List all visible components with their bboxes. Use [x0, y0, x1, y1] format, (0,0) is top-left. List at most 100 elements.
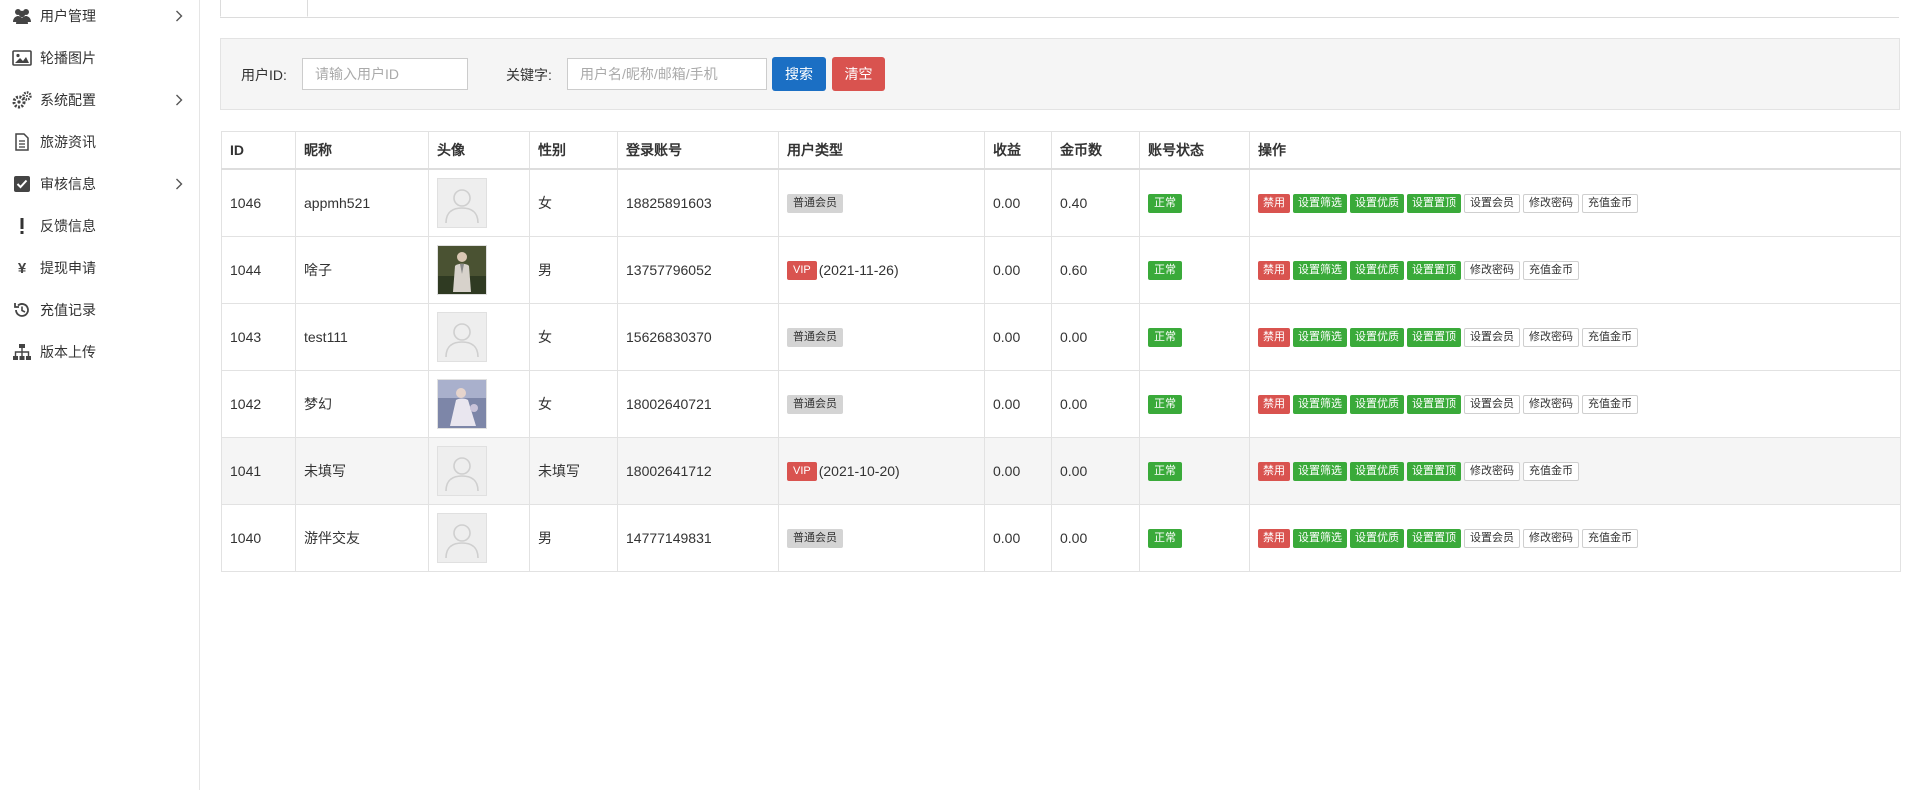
set-filter-button[interactable]: 设置筛选	[1293, 528, 1347, 548]
tab-active[interactable]	[220, 0, 308, 17]
cell-avatar	[428, 168, 530, 237]
disable-button[interactable]: 禁用	[1258, 193, 1290, 213]
cell-user-type: VIP (2021-10-20)	[778, 437, 985, 505]
avatar[interactable]	[437, 513, 487, 563]
recharge-coins-button[interactable]: 充值金币	[1582, 327, 1638, 347]
cell-status: 正常	[1139, 236, 1250, 304]
user-id-input[interactable]	[302, 58, 468, 90]
disable-button[interactable]: 禁用	[1258, 528, 1290, 548]
disable-button[interactable]: 禁用	[1258, 394, 1290, 414]
set-quality-button[interactable]: 设置优质	[1350, 260, 1404, 280]
set-top-button[interactable]: 设置置顶	[1407, 260, 1461, 280]
change-password-button[interactable]: 修改密码	[1523, 394, 1579, 414]
header-account: 登录账号	[617, 131, 779, 170]
set-top-button[interactable]: 设置置顶	[1407, 461, 1461, 481]
sidebar-item-feedback[interactable]: 反馈信息	[0, 208, 199, 244]
sidebar-item-withdrawal[interactable]: ¥ 提现申请	[0, 250, 199, 286]
header-user-type: 用户类型	[778, 131, 985, 170]
sidebar-item-label: 用户管理	[40, 8, 96, 24]
cell-gender: 女	[529, 370, 618, 438]
image-icon	[12, 48, 32, 68]
avatar[interactable]	[437, 312, 487, 362]
change-password-button[interactable]: 修改密码	[1464, 260, 1520, 280]
cell-id: 1041	[221, 437, 296, 505]
set-filter-button[interactable]: 设置筛选	[1293, 327, 1347, 347]
table-row: 1040 游伴交友 男 14777149831 普通会员 0.00 0.00 正常 禁用 设置筛选…	[221, 504, 1901, 572]
set-member-button[interactable]: 设置会员	[1464, 528, 1520, 548]
set-quality-button[interactable]: 设置优质	[1350, 461, 1404, 481]
set-filter-button[interactable]: 设置筛选	[1293, 193, 1347, 213]
avatar[interactable]	[437, 446, 487, 496]
cell-account: 15626830370	[617, 303, 779, 371]
clear-button[interactable]: 清空	[832, 57, 885, 91]
set-filter-button[interactable]: 设置筛选	[1293, 461, 1347, 481]
set-member-button[interactable]: 设置会员	[1464, 394, 1520, 414]
cell-account: 18002640721	[617, 370, 779, 438]
cell-nickname: appmh521	[295, 168, 429, 237]
avatar[interactable]	[437, 178, 487, 228]
user-id-label: 用户ID:	[241, 67, 287, 83]
set-member-button[interactable]: 设置会员	[1464, 193, 1520, 213]
vip-expiry-date: (2021-10-20)	[818, 463, 900, 479]
change-password-button[interactable]: 修改密码	[1523, 193, 1579, 213]
change-password-button[interactable]: 修改密码	[1464, 461, 1520, 481]
disable-button[interactable]: 禁用	[1258, 327, 1290, 347]
set-top-button[interactable]: 设置置顶	[1407, 528, 1461, 548]
status-badge: 正常	[1148, 260, 1182, 280]
set-quality-button[interactable]: 设置优质	[1350, 193, 1404, 213]
set-quality-button[interactable]: 设置优质	[1350, 528, 1404, 548]
set-top-button[interactable]: 设置置顶	[1407, 193, 1461, 213]
exclamation-icon	[12, 216, 32, 236]
set-filter-button[interactable]: 设置筛选	[1293, 394, 1347, 414]
cell-id: 1044	[221, 236, 296, 304]
disable-button[interactable]: 禁用	[1258, 461, 1290, 481]
recharge-coins-button[interactable]: 充值金币	[1523, 260, 1579, 280]
sidebar-item-version-upload[interactable]: 版本上传	[0, 334, 199, 370]
recharge-coins-button[interactable]: 充值金币	[1582, 528, 1638, 548]
status-badge: 正常	[1148, 461, 1182, 481]
cell-gender: 女	[529, 303, 618, 371]
set-quality-button[interactable]: 设置优质	[1350, 394, 1404, 414]
avatar[interactable]	[437, 379, 487, 429]
header-nickname: 昵称	[295, 131, 429, 170]
tab-bar	[220, 0, 1899, 18]
chevron-right-icon	[174, 9, 184, 23]
recharge-coins-button[interactable]: 充值金币	[1582, 394, 1638, 414]
search-button[interactable]: 搜索	[772, 57, 826, 91]
set-member-button[interactable]: 设置会员	[1464, 327, 1520, 347]
keyword-label: 关键字:	[506, 67, 552, 83]
cell-status: 正常	[1139, 437, 1250, 505]
table-row: 1043 test111 女 15626830370 普通会员 0.00 0.00 正常 禁用设…	[221, 303, 1901, 371]
status-badge: 正常	[1148, 327, 1182, 347]
set-filter-button[interactable]: 设置筛选	[1293, 260, 1347, 280]
document-icon	[12, 132, 32, 152]
set-top-button[interactable]: 设置置顶	[1407, 327, 1461, 347]
keyword-input[interactable]	[567, 58, 767, 90]
cell-avatar	[428, 504, 530, 572]
sidebar-item-recharge[interactable]: 充值记录	[0, 292, 199, 328]
change-password-button[interactable]: 修改密码	[1523, 528, 1579, 548]
sidebar-item-label: 审核信息	[40, 176, 96, 192]
member-type-badge: 普通会员	[787, 394, 843, 414]
recharge-coins-button[interactable]: 充值金币	[1582, 193, 1638, 213]
vip-expiry-date: (2021-11-26)	[818, 262, 899, 278]
recharge-coins-button[interactable]: 充值金币	[1523, 461, 1579, 481]
sidebar-item-review[interactable]: 审核信息	[0, 166, 199, 202]
sidebar-item-system-config[interactable]: 系统配置	[0, 82, 199, 118]
cell-avatar	[428, 236, 530, 304]
disable-button[interactable]: 禁用	[1258, 260, 1290, 280]
set-quality-button[interactable]: 设置优质	[1350, 327, 1404, 347]
set-top-button[interactable]: 设置置顶	[1407, 394, 1461, 414]
sidebar-item-travel-news[interactable]: 旅游资讯	[0, 124, 199, 160]
cell-nickname: 游伴交友	[295, 504, 429, 572]
header-avatar: 头像	[428, 131, 530, 170]
avatar[interactable]	[437, 245, 487, 295]
yen-icon: ¥	[17, 259, 27, 277]
change-password-button[interactable]: 修改密码	[1523, 327, 1579, 347]
sidebar-item-carousel[interactable]: 轮播图片	[0, 40, 199, 76]
table-row: 1042 梦幻女 18002640721 普通会员 0.00 0.00 正常 禁用 设置筛选 设置…	[221, 370, 1901, 438]
vip-badge: VIP	[787, 260, 817, 280]
member-type-badge: 普通会员	[787, 193, 843, 213]
sidebar-item-user-management[interactable]: 用户管理	[0, 0, 199, 34]
cell-income: 0.00	[984, 168, 1052, 237]
